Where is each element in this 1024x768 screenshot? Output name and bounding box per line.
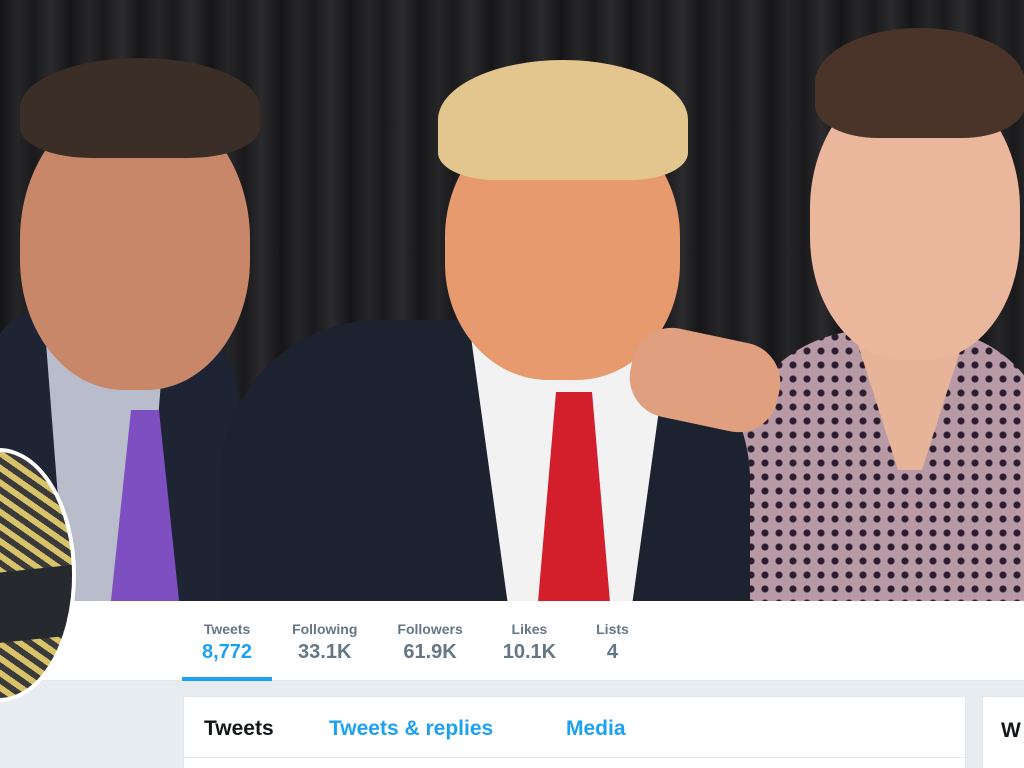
tab-divider bbox=[184, 757, 965, 758]
stat-tweets[interactable]: Tweets 8,772 bbox=[182, 601, 273, 681]
stat-value: 10.1K bbox=[502, 641, 557, 663]
stat-label: Following bbox=[292, 621, 358, 637]
stat-label: Tweets bbox=[203, 621, 251, 637]
sidebar-card: W bbox=[982, 696, 1024, 768]
person-left-hair bbox=[20, 58, 260, 158]
avatar-image-detail bbox=[0, 563, 72, 651]
stat-value: 8,772 bbox=[202, 641, 253, 663]
profile-page: Tweets 8,772 Following 33.1K Followers 6… bbox=[0, 0, 1024, 768]
person-middle-hair bbox=[438, 60, 688, 180]
stat-likes[interactable]: Likes 10.1K bbox=[483, 601, 576, 681]
stat-label: Likes bbox=[511, 621, 548, 637]
tab-tweets[interactable]: Tweets bbox=[204, 717, 274, 741]
header-photo[interactable] bbox=[0, 0, 1024, 601]
tab-media[interactable]: Media bbox=[566, 717, 626, 741]
stat-label: Lists bbox=[596, 621, 629, 637]
stat-lists[interactable]: Lists 4 bbox=[576, 601, 649, 681]
stat-followers[interactable]: Followers 61.9K bbox=[377, 601, 482, 681]
person-right-hair bbox=[815, 28, 1024, 138]
stat-label: Followers bbox=[397, 621, 463, 637]
stat-value: 4 bbox=[606, 641, 619, 663]
profile-nav: Tweets 8,772 Following 33.1K Followers 6… bbox=[0, 601, 1024, 681]
profile-stats: Tweets 8,772 Following 33.1K Followers 6… bbox=[182, 601, 649, 681]
tab-tweets-and-replies[interactable]: Tweets & replies bbox=[329, 717, 493, 741]
timeline-tabs: Tweets Tweets & replies Media bbox=[183, 696, 966, 768]
stat-following[interactable]: Following 33.1K bbox=[272, 601, 377, 681]
sidebar-card-title: W bbox=[1001, 719, 1021, 742]
stat-value: 61.9K bbox=[403, 641, 457, 663]
stat-value: 33.1K bbox=[298, 641, 352, 663]
